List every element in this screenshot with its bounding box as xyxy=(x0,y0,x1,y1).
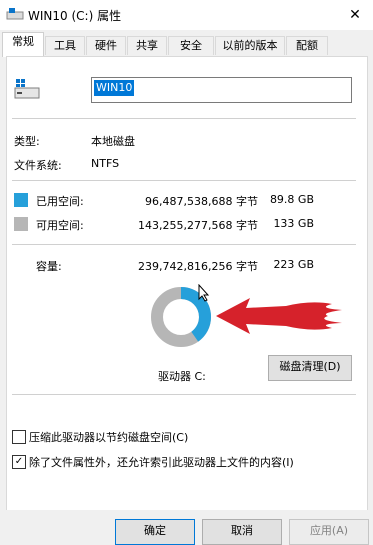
free-space-size: 133 GB xyxy=(273,217,314,230)
divider xyxy=(12,244,356,245)
close-button[interactable]: ✕ xyxy=(344,4,366,26)
free-space-swatch xyxy=(14,217,28,231)
index-label: 除了文件属性外，还允许索引此驱动器上文件的内容(I) xyxy=(29,456,294,469)
divider xyxy=(12,394,356,395)
free-space-bytes: 143,255,277,568 字节 xyxy=(138,219,258,232)
used-space-size: 89.8 GB xyxy=(269,193,314,206)
tab-hardware[interactable]: 硬件 xyxy=(86,36,126,55)
index-checkbox[interactable]: ✓ xyxy=(12,455,26,469)
tab-sharing[interactable]: 共享 xyxy=(127,36,167,55)
tab-previous-versions[interactable]: 以前的版本 xyxy=(215,36,285,55)
mouse-cursor-icon xyxy=(198,284,210,302)
tab-security[interactable]: 安全 xyxy=(168,36,214,55)
red-arrow-annotation xyxy=(216,298,342,334)
disk-cleanup-button[interactable]: 磁盘清理(D) xyxy=(268,355,352,381)
ok-button[interactable]: 确定 xyxy=(115,519,195,545)
type-value: 本地磁盘 xyxy=(91,135,135,148)
capacity-label: 容量: xyxy=(36,260,62,273)
divider xyxy=(12,180,356,181)
free-space-label: 可用空间: xyxy=(36,219,84,232)
drive-icon xyxy=(6,8,24,20)
filesystem-label: 文件系统: xyxy=(14,159,62,172)
tab-quota[interactable]: 配额 xyxy=(286,36,328,55)
drive-label: 驱动器 C: xyxy=(158,370,206,383)
used-space-swatch xyxy=(14,193,28,207)
tab-general[interactable]: 常规 xyxy=(2,32,44,57)
window-title: WIN10 (C:) 属性 xyxy=(28,9,122,23)
apply-button[interactable]: 应用(A) xyxy=(289,519,369,545)
compress-label: 压缩此驱动器以节约磁盘空间(C) xyxy=(29,431,189,444)
capacity-bytes: 239,742,816,256 字节 xyxy=(138,260,258,273)
compress-checkbox[interactable] xyxy=(12,430,26,444)
used-space-bytes: 96,487,538,688 字节 xyxy=(145,195,258,208)
hard-drive-icon xyxy=(14,79,40,99)
divider xyxy=(12,118,356,119)
filesystem-value: NTFS xyxy=(91,157,120,170)
drive-name-value: WIN10 xyxy=(94,80,135,96)
capacity-size: 223 GB xyxy=(273,258,314,271)
cancel-button[interactable]: 取消 xyxy=(202,519,282,545)
tab-tools[interactable]: 工具 xyxy=(45,36,85,55)
type-label: 类型: xyxy=(14,135,40,148)
used-space-label: 已用空间: xyxy=(36,195,84,208)
